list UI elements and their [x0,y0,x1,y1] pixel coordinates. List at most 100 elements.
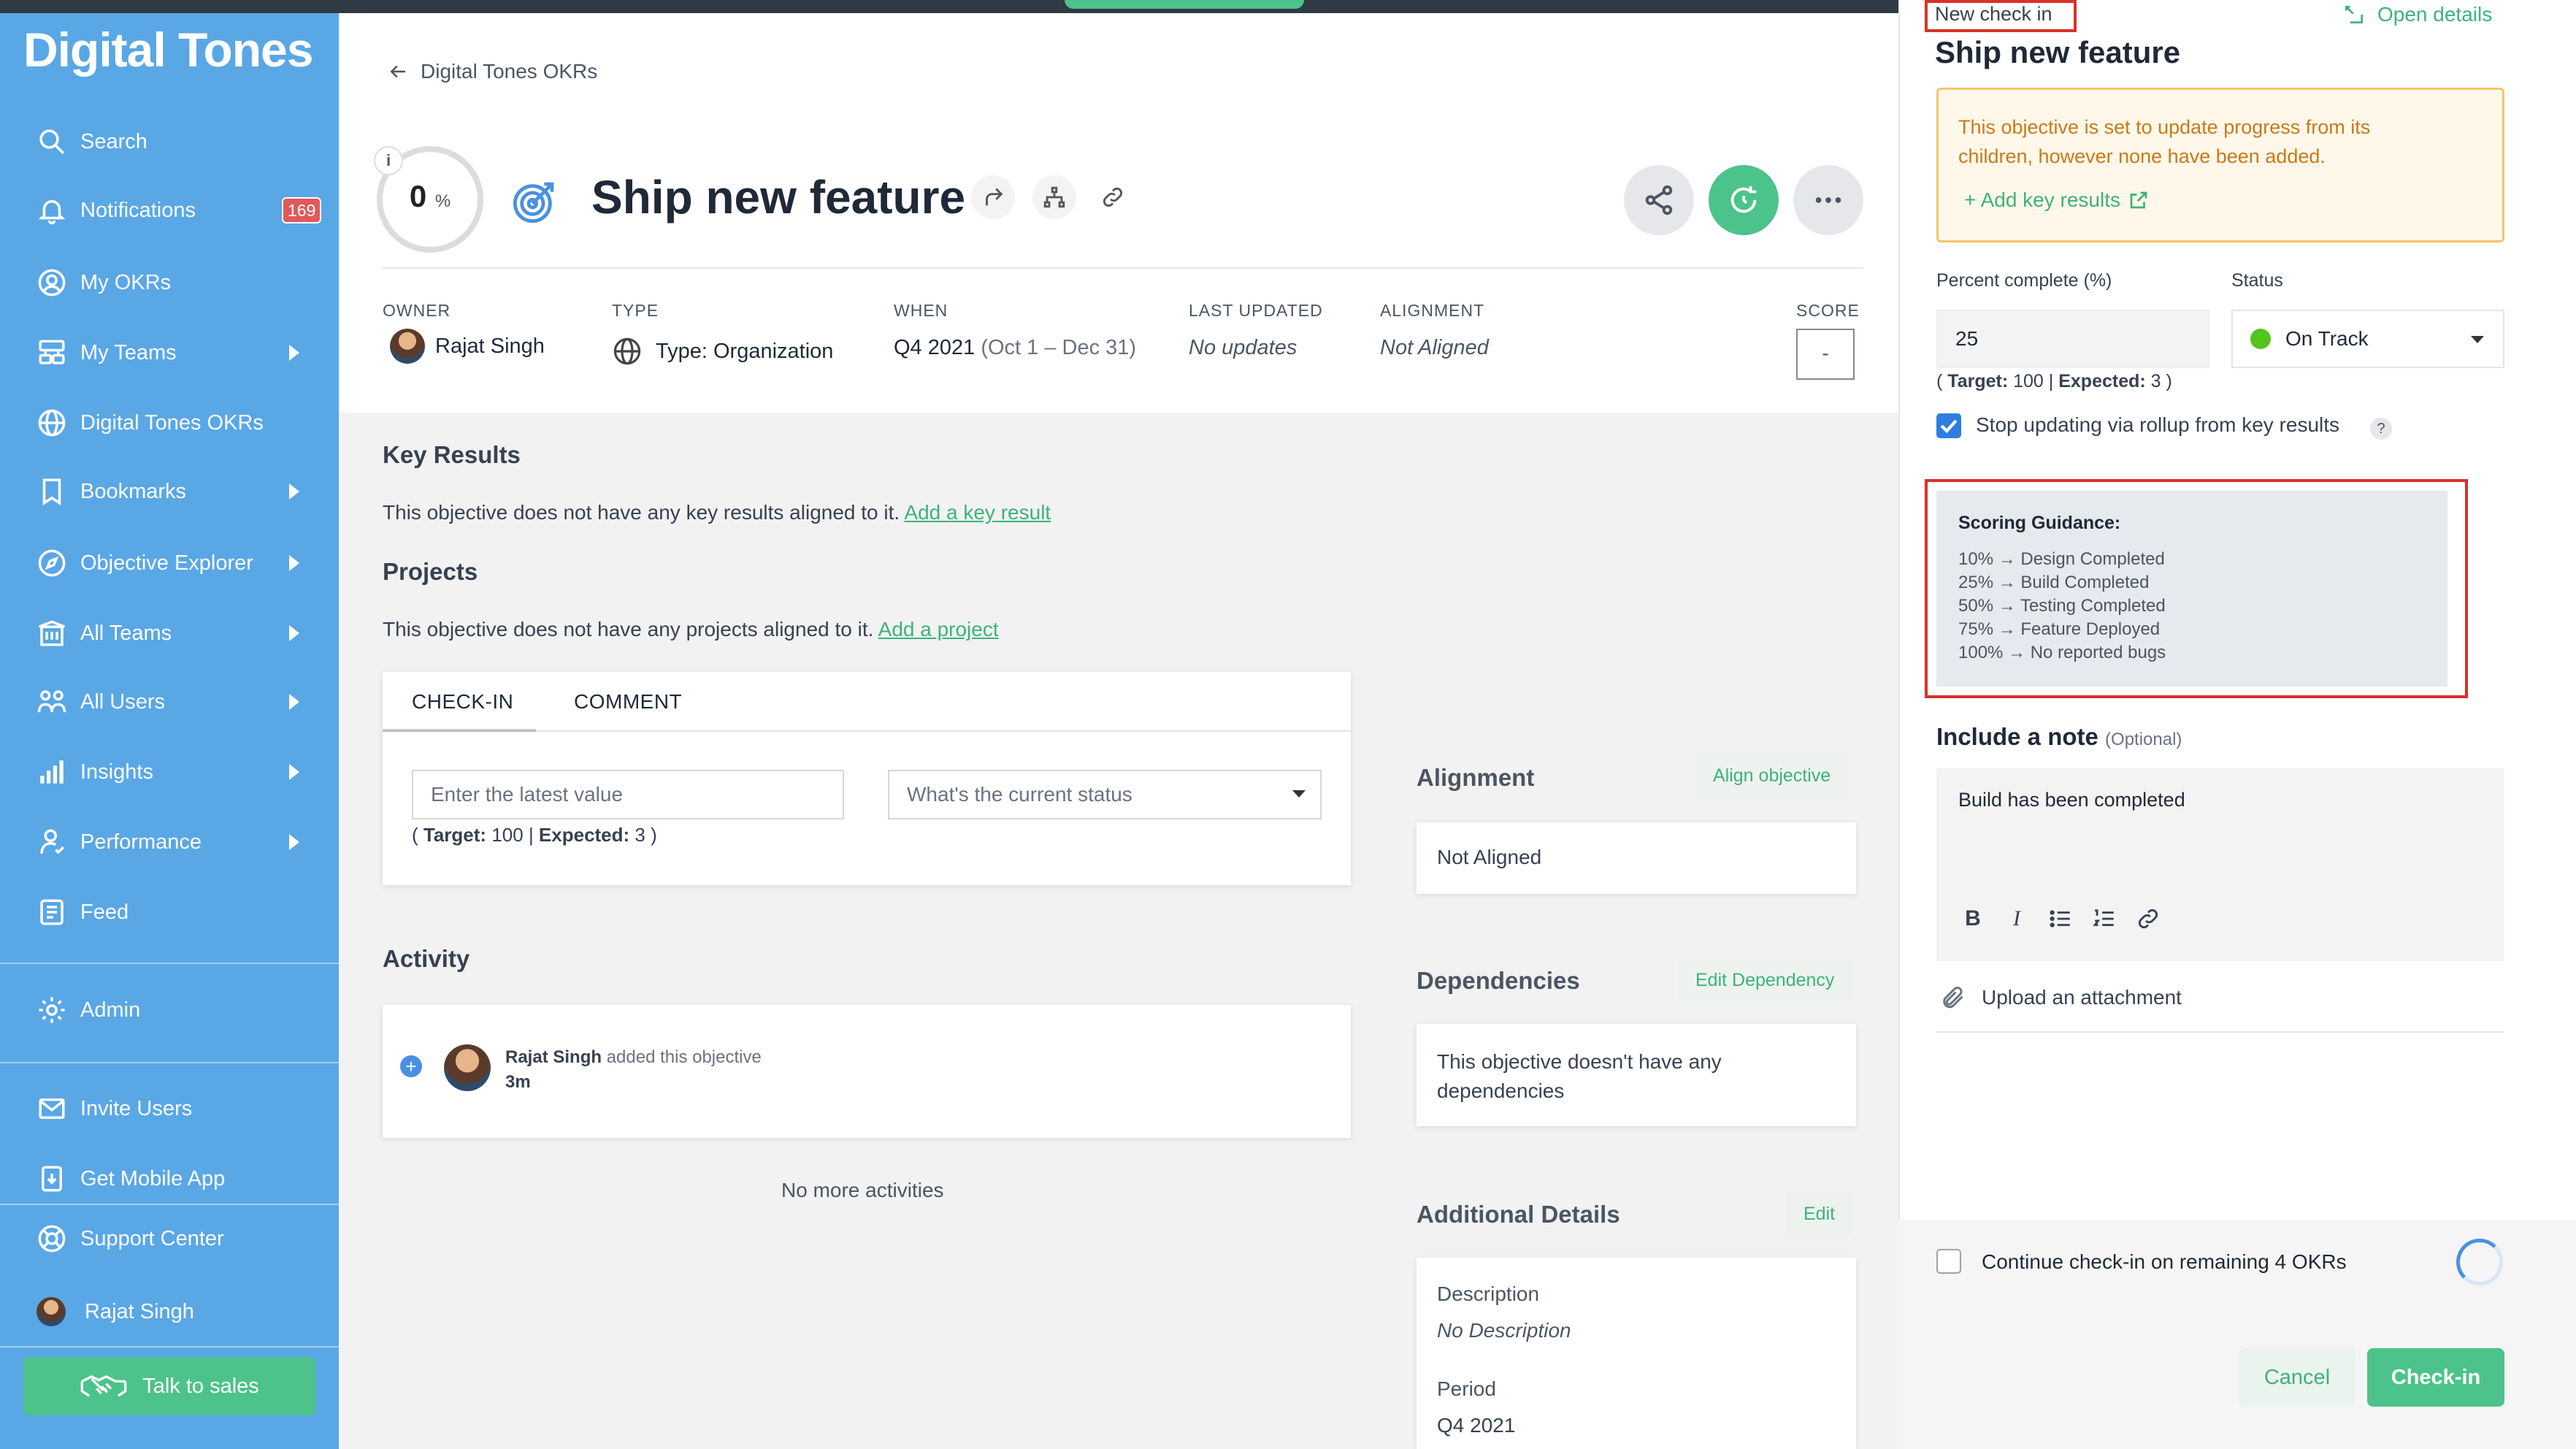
additional-details-heading: Additional Details [1417,1201,1620,1228]
objective-target-icon [513,182,554,223]
sidebar-item-get-mobile-app[interactable]: Get Mobile App [0,1150,339,1208]
latest-value-input[interactable]: Enter the latest value [412,770,844,819]
key-results-empty-text: This objective does not have any key res… [383,501,1051,524]
bullet-list-icon[interactable] [2046,904,2075,933]
sidebar-item-my-okrs[interactable]: My OKRs [0,253,339,312]
owner-value[interactable]: Rajat Singh [390,329,545,364]
sidebar-item-notifications[interactable]: Notifications 169 [0,181,339,240]
more-options-button[interactable] [1793,165,1863,235]
target-label: Target: [1947,371,2009,391]
hierarchy-icon[interactable] [1032,175,1076,219]
sidebar-divider [0,963,339,964]
link-icon[interactable] [1091,175,1135,219]
guidance-line: 75% → Feature Deployed [1958,619,2161,639]
when-quarter: Q4 2021 [894,336,975,359]
ellipsis-icon [1815,197,1841,203]
performance-user-icon [35,825,69,859]
chevron-down-icon [1292,790,1306,798]
sidebar-item-label: Objective Explorer [80,551,253,575]
italic-icon[interactable]: I [2002,904,2031,933]
when-value: Q4 2021 (Oct 1 – Dec 31) [894,336,1136,360]
sidebar-item-user-profile[interactable]: Rajat Singh [0,1282,339,1341]
talk-to-sales-button[interactable]: Talk to sales [23,1357,315,1415]
target-value: 100 [491,824,524,846]
loading-spinner-icon [2456,1239,2503,1285]
add-project-link[interactable]: Add a project [878,618,999,641]
cancel-button[interactable]: Cancel [2239,1348,2355,1407]
percent-complete-label: Percent complete (%) [1936,270,2112,291]
guidance-title: Scoring Guidance: [1958,513,2121,533]
guidance-line: 25% → Build Completed [1958,573,2150,592]
add-key-result-link[interactable]: Add a key result [904,501,1051,524]
sidebar-item-search[interactable]: Search [0,112,339,171]
sidebar-item-insights[interactable]: Insights [0,743,339,801]
rollup-checkbox[interactable] [1936,413,1961,438]
sidebar-item-admin[interactable]: Admin [0,981,339,1039]
open-details-link[interactable]: Open details [2342,3,2492,26]
current-status-select[interactable]: What's the current status [888,770,1322,819]
check-in-button[interactable]: Check-in [2367,1348,2504,1407]
period-label: Period [1437,1377,1496,1400]
breadcrumb[interactable]: Digital Tones OKRs [387,60,597,83]
tab-check-in[interactable]: CHECK-IN [412,690,513,714]
globe-icon [35,406,69,440]
numbered-list-icon[interactable] [2090,904,2119,933]
sidebar-item-bookmarks[interactable]: Bookmarks [0,462,339,521]
edit-dependency-button[interactable]: Edit Dependency [1678,958,1852,1002]
add-key-results-link[interactable]: + Add key results [1964,188,2150,212]
share-redirect-icon[interactable] [971,175,1015,219]
sidebar-item-all-users[interactable]: All Users [0,673,339,731]
activity-time: 3m [505,1072,531,1092]
guidance-line: 50% → Testing Completed [1958,596,2166,616]
upload-attachment-label: Upload an attachment [1982,986,2182,1009]
bold-icon[interactable]: B [1958,904,1987,933]
org-chart-icon [35,336,69,370]
note-text[interactable]: Build has been completed [1958,789,2185,811]
tab-comment[interactable]: COMMENT [574,690,682,714]
activity-heading: Activity [383,945,470,972]
sidebar-item-label: Search [80,129,147,153]
sidebar-item-label: Insights [80,760,153,784]
sidebar-item-digital-tones-okrs[interactable]: Digital Tones OKRs [0,394,339,452]
dependencies-text-line2: dependencies [1437,1079,1565,1102]
sidebar-item-objective-explorer[interactable]: Objective Explorer [0,534,339,592]
avatar [444,1044,491,1091]
info-icon[interactable]: i [374,146,403,175]
search-icon [35,125,69,158]
bell-icon [35,194,69,227]
sidebar-item-invite-users[interactable]: Invite Users [0,1079,339,1138]
sidebar-item-label: Get Mobile App [80,1166,226,1190]
score-label: SCORE [1796,301,1860,320]
expand-plus-icon[interactable]: + [400,1055,422,1077]
edit-details-button[interactable]: Edit [1786,1192,1853,1236]
warning-line2: children, however none have been added. [1958,145,2326,167]
help-icon[interactable]: ? [2370,418,2392,440]
sidebar-divider [0,1062,339,1063]
avatar [37,1297,66,1326]
sidebar-item-support-center[interactable]: Support Center [0,1209,339,1268]
link-icon[interactable] [2134,904,2163,933]
sidebar-item-label: All Users [80,689,166,714]
bookmark-icon [35,475,69,508]
no-more-activities: No more activities [781,1179,944,1201]
sidebar-item-label: Rajat Singh [85,1299,194,1323]
check-in-round-button[interactable] [1709,165,1779,235]
upload-attachment-button[interactable]: Upload an attachment [1939,985,2182,1011]
align-objective-button[interactable]: Align objective [1695,754,1849,798]
banner-button[interactable] [1065,0,1304,9]
talk-to-sales-label: Talk to sales [142,1374,259,1398]
sidebar-item-feed[interactable]: Feed [0,883,339,941]
status-select[interactable]: On Track [2231,310,2504,368]
user-circle-icon [35,266,69,299]
alignment-value: Not Aligned [1380,336,1489,359]
when-range: (Oct 1 – Dec 31) [981,336,1137,359]
sidebar-item-all-teams[interactable]: All Teams [0,604,339,662]
share-button[interactable] [1624,165,1694,235]
score-input[interactable]: - [1796,329,1855,380]
sidebar-item-performance[interactable]: Performance [0,813,339,871]
sidebar-item-my-teams[interactable]: My Teams [0,324,339,382]
sidebar-item-label: Support Center [80,1226,224,1250]
brand-logo[interactable]: Digital Tones [23,22,313,77]
percent-complete-input[interactable]: 25 [1936,310,2209,368]
continue-check-in-checkbox[interactable] [1936,1249,1961,1274]
